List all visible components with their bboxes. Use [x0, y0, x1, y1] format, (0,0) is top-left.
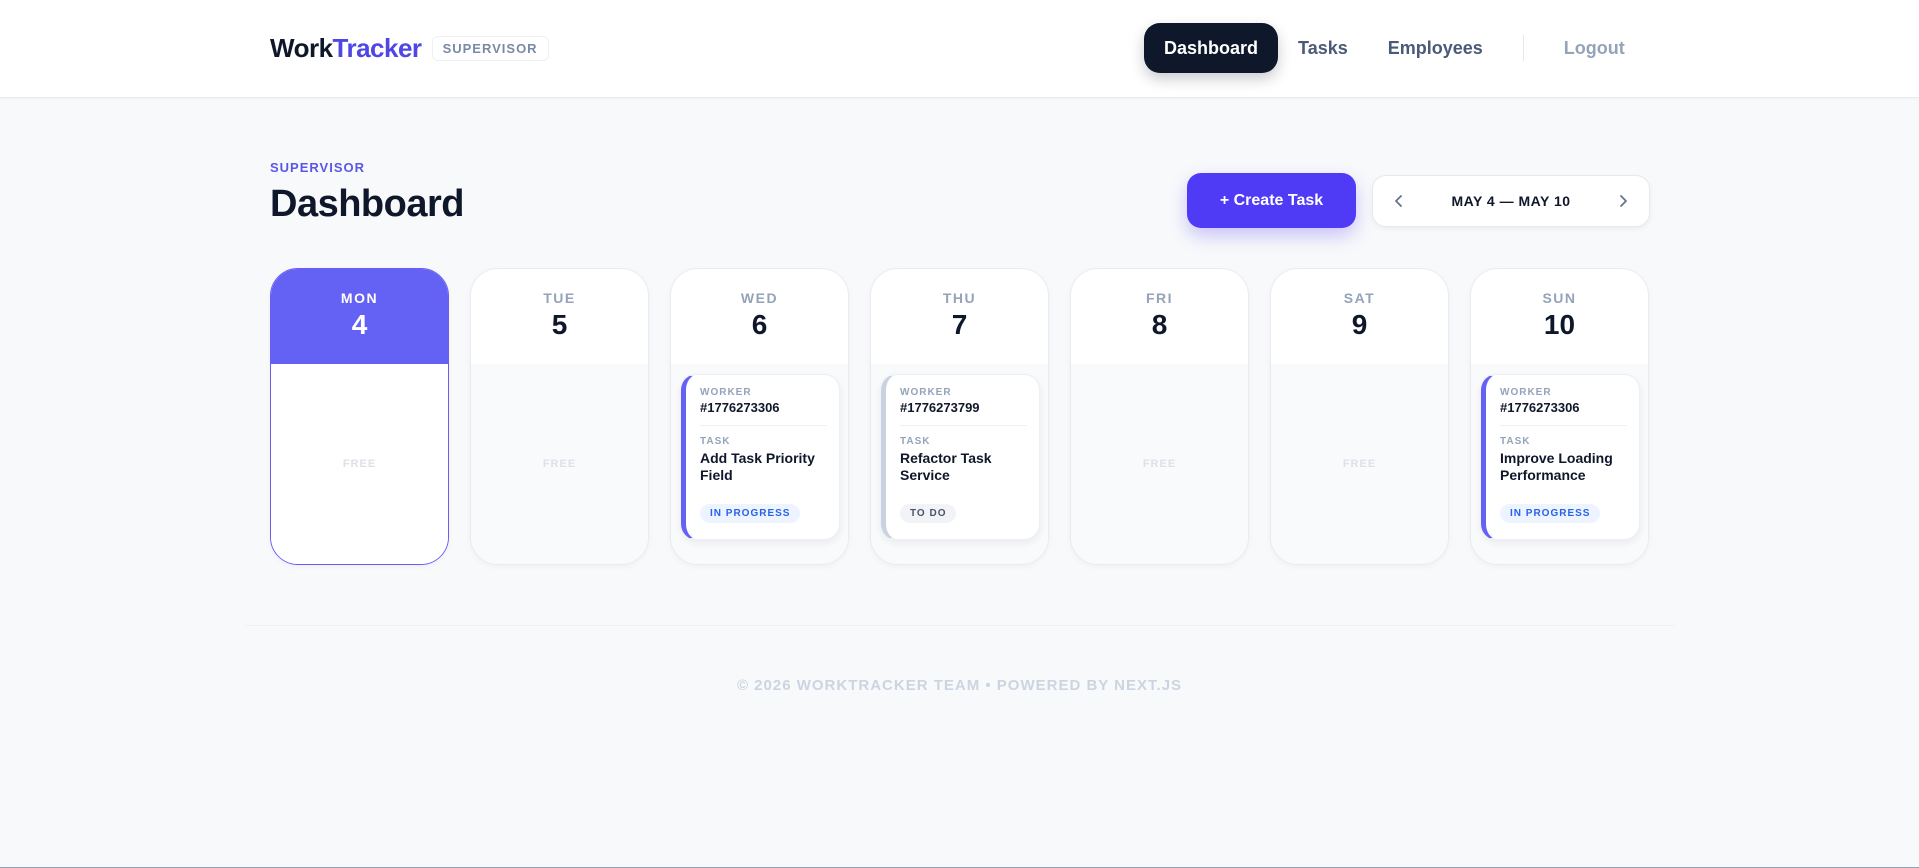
free-label: FREE [342, 458, 377, 470]
task-label: TASK [1500, 436, 1531, 447]
nav-divider [1522, 35, 1524, 61]
brand-work: Work [270, 33, 333, 63]
worker-id: #1776273306 [1500, 400, 1580, 415]
nav-employees[interactable]: Employees [1368, 23, 1503, 73]
day-header: MON 4 [271, 269, 448, 364]
brand-logo[interactable]: Work Tracker SUPERVISOR [270, 33, 549, 64]
next-week-button[interactable] [1611, 189, 1635, 213]
nav-dashboard[interactable]: Dashboard [1144, 23, 1279, 73]
day-name: SUN [1542, 290, 1577, 306]
status-badge: IN PROGRESS [700, 504, 801, 523]
day-name: WED [740, 290, 779, 306]
main-nav: Dashboard Tasks Employees Logout [1144, 23, 1645, 73]
worker-id: #1776273306 [700, 400, 780, 415]
day-body: WORKER #1776273799 TASK Refactor Task Se… [871, 364, 1048, 564]
create-task-button[interactable]: + Create Task [1187, 173, 1356, 228]
worker-label: WORKER [1500, 387, 1552, 398]
task-card[interactable]: WORKER #1776273799 TASK Refactor Task Se… [881, 374, 1040, 540]
day-column-thu[interactable]: THU 7 WORKER #1776273799 TASK Refactor T… [870, 268, 1049, 565]
day-number: 6 [751, 309, 768, 340]
status-badge: TO DO [900, 504, 957, 523]
day-column-wed[interactable]: WED 6 WORKER #1776273306 TASK Add Task P… [670, 268, 849, 565]
day-header: WED 6 [671, 269, 848, 364]
chevron-left-icon [1395, 195, 1402, 207]
day-header: TUE 5 [471, 269, 648, 364]
prev-week-button[interactable] [1387, 189, 1411, 213]
day-number: 7 [951, 309, 968, 340]
task-title: Refactor Task Service [900, 450, 992, 483]
task-card[interactable]: WORKER #1776273306 TASK Improve Loading … [1481, 374, 1640, 540]
task-label: TASK [700, 436, 731, 447]
day-body: FREE [271, 364, 448, 564]
day-name: SAT [1343, 290, 1376, 306]
task-label: TASK [900, 436, 931, 447]
chevron-right-icon [1620, 195, 1627, 207]
day-name: THU [942, 290, 977, 306]
free-label: FREE [1142, 458, 1177, 470]
nav-tasks[interactable]: Tasks [1278, 23, 1368, 73]
card-divider [900, 425, 1027, 426]
day-column-sat[interactable]: SAT 9 FREE [1270, 268, 1449, 565]
week-range-label: MAY 4 — MAY 10 [1451, 193, 1571, 209]
worker-id: #1776273799 [900, 400, 980, 415]
day-body: WORKER #1776273306 TASK Improve Loading … [1471, 364, 1648, 564]
day-name: TUE [543, 290, 576, 306]
day-header: FRI 8 [1071, 269, 1248, 364]
day-number: 10 [1543, 309, 1576, 340]
day-name: FRI [1145, 290, 1174, 306]
day-header: THU 7 [871, 269, 1048, 364]
day-column-fri[interactable]: FRI 8 FREE [1070, 268, 1249, 565]
brand-tracker: Tracker [332, 33, 423, 63]
day-number: 8 [1151, 309, 1168, 340]
status-badge: IN PROGRESS [1500, 504, 1601, 523]
role-badge: SUPERVISOR [431, 36, 549, 61]
day-body: FREE [471, 364, 648, 564]
worker-label: WORKER [700, 387, 752, 398]
footer-divider [245, 625, 1675, 626]
day-body: WORKER #1776273306 TASK Add Task Priorit… [671, 364, 848, 564]
worker-label: WORKER [900, 387, 952, 398]
day-number: 5 [551, 309, 568, 340]
day-number: 9 [1351, 309, 1368, 340]
day-header: SAT 9 [1271, 269, 1448, 364]
free-label: FREE [1342, 458, 1377, 470]
week-calendar: MON 4 FREE TUE 5 FREE WED 6 WORKER #1776… [270, 268, 1649, 565]
free-label: FREE [542, 458, 577, 470]
day-column-tue[interactable]: TUE 5 FREE [470, 268, 649, 565]
day-name: MON [340, 290, 379, 306]
page-title: Dashboard [270, 183, 464, 225]
day-body: FREE [1071, 364, 1248, 564]
task-title: Add Task Priority Field [700, 450, 815, 483]
card-divider [700, 425, 827, 426]
task-card[interactable]: WORKER #1776273306 TASK Add Task Priorit… [681, 374, 840, 540]
page-kicker: SUPERVISOR [270, 160, 366, 175]
task-title: Improve Loading Performance [1500, 450, 1613, 483]
week-navigator: MAY 4 — MAY 10 [1372, 175, 1650, 227]
day-column-sun[interactable]: SUN 10 WORKER #1776273306 TASK Improve L… [1470, 268, 1649, 565]
day-number: 4 [351, 309, 368, 340]
logout-button[interactable]: Logout [1544, 23, 1645, 73]
day-body: FREE [1271, 364, 1448, 564]
day-column-mon[interactable]: MON 4 FREE [270, 268, 449, 565]
day-header: SUN 10 [1471, 269, 1648, 364]
footer-text: © 2026 WORKTRACKER TEAM • POWERED BY NEX… [736, 677, 1183, 694]
top-navigation-bar: Work Tracker SUPERVISOR Dashboard Tasks E… [0, 0, 1919, 98]
card-divider [1500, 425, 1627, 426]
